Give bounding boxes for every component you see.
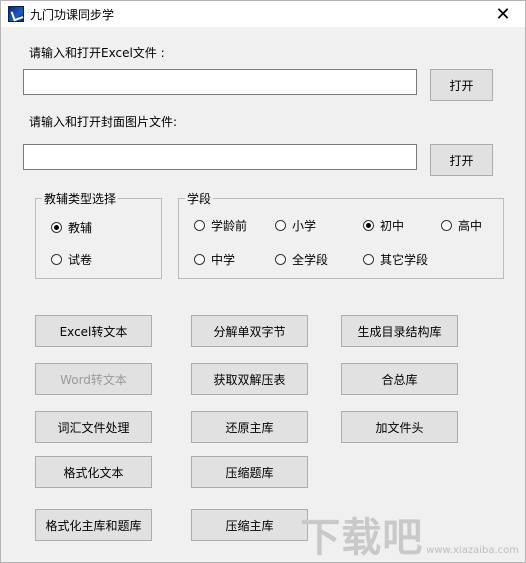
radio-xuelingqian[interactable]: 学龄前: [194, 217, 247, 234]
radio-quanxueduan[interactable]: 全学段: [275, 251, 328, 268]
excel-file-label: 请输入和打开Excel文件 :: [29, 46, 165, 60]
app-logo-icon: [8, 6, 24, 22]
radio-xiaoxue[interactable]: 小学: [275, 217, 316, 234]
title-bar[interactable]: 九门功课同步学 ✕: [1, 1, 525, 27]
excel-file-input[interactable]: [23, 69, 417, 95]
type-group: 教辅类型选择 教辅 试卷: [35, 190, 162, 279]
radio-xuelingqian-circle[interactable]: [194, 220, 205, 231]
radio-jiaofu[interactable]: 教辅: [51, 219, 92, 236]
merge-library-button[interactable]: 合总库: [341, 363, 458, 395]
excel-to-text-button[interactable]: Excel转文本: [35, 315, 152, 347]
open-excel-button[interactable]: 打开: [430, 69, 493, 101]
watermark: 下载吧 www.xiazaiba.com: [300, 518, 519, 558]
radio-xiaoxue-label: 小学: [292, 219, 317, 233]
type-group-legend: 教辅类型选择: [42, 190, 119, 207]
close-window-button[interactable]: ✕: [481, 1, 525, 27]
stage-group-legend: 学段: [185, 190, 214, 207]
compress-main-button[interactable]: 压缩主库: [191, 509, 308, 541]
gen-catalog-button[interactable]: 生成目录结构库: [341, 315, 458, 347]
radio-qitaxueduan[interactable]: 其它学段: [363, 251, 428, 268]
radio-gaozhong[interactable]: 高中: [441, 217, 482, 234]
main-window: 九门功课同步学 ✕ 请输入和打开Excel文件 : 打开 请输入和打开封面图片文…: [0, 0, 526, 563]
radio-qitaxueduan-circle[interactable]: [363, 254, 374, 265]
radio-quanxueduan-label: 全学段: [292, 253, 329, 267]
radio-chuzhong-circle[interactable]: [363, 220, 374, 231]
radio-zhongxue[interactable]: 中学: [194, 251, 235, 268]
radio-chuzhong[interactable]: 初中: [363, 217, 404, 234]
radio-gaozhong-label: 高中: [458, 219, 483, 233]
restore-main-button[interactable]: 还原主库: [191, 411, 308, 443]
radio-gaozhong-circle[interactable]: [441, 220, 452, 231]
radio-jiaofu-label: 教辅: [68, 221, 93, 235]
radio-shijuan[interactable]: 试卷: [51, 251, 92, 268]
stage-group: 学段 学龄前 小学 初中 高中 中学 全学段 其它学段: [178, 190, 504, 279]
radio-zhongxue-label: 中学: [211, 253, 236, 267]
radio-xiaoxue-circle[interactable]: [275, 220, 286, 231]
add-header-button[interactable]: 加文件头: [341, 411, 458, 443]
watermark-url: www.xiazaiba.com: [426, 545, 519, 556]
radio-shijuan-label: 试卷: [68, 253, 93, 267]
format-text-button[interactable]: 格式化文本: [35, 456, 152, 488]
radio-quanxueduan-circle[interactable]: [275, 254, 286, 265]
radio-shijuan-circle[interactable]: [51, 254, 62, 265]
get-double-compress-button[interactable]: 获取双解压表: [191, 363, 308, 395]
watermark-logo: 下载吧: [300, 515, 424, 561]
radio-zhongxue-circle[interactable]: [194, 254, 205, 265]
radio-xuelingqian-label: 学龄前: [211, 219, 248, 233]
radio-chuzhong-label: 初中: [380, 219, 405, 233]
open-cover-button[interactable]: 打开: [430, 144, 493, 176]
window-title: 九门功课同步学: [30, 7, 115, 22]
word-to-text-button[interactable]: Word转文本: [35, 363, 152, 395]
split-double-bytes-button[interactable]: 分解单双字节: [191, 315, 308, 347]
radio-qitaxueduan-label: 其它学段: [380, 253, 429, 267]
format-main-and-questions-button[interactable]: 格式化主库和题库: [35, 509, 152, 541]
compress-questions-button[interactable]: 压缩题库: [191, 456, 308, 488]
cover-image-label: 请输入和打开封面图片文件:: [29, 115, 178, 129]
vocab-process-button[interactable]: 词汇文件处理: [35, 411, 152, 443]
radio-jiaofu-circle[interactable]: [51, 222, 62, 233]
cover-image-input[interactable]: [23, 144, 417, 170]
